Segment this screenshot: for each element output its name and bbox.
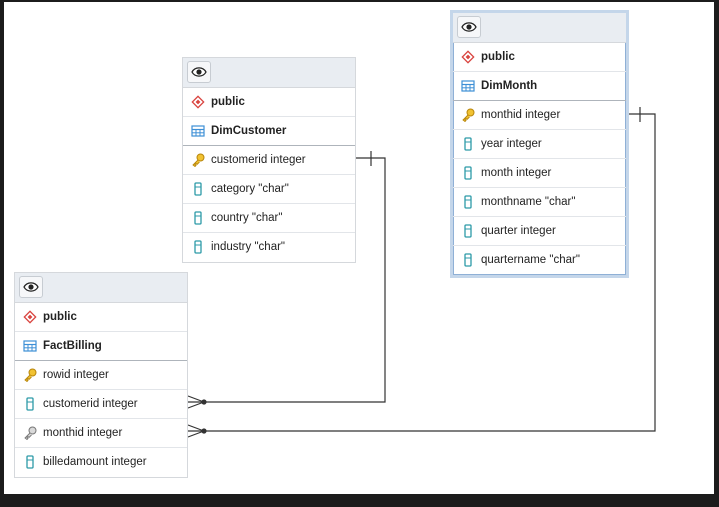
column-row[interactable]: quartername "char" [453, 246, 626, 275]
column-label: country "char" [211, 212, 283, 224]
column-row[interactable]: customerid integer [15, 390, 187, 419]
schema-row: public [183, 88, 355, 117]
table-name: DimMonth [481, 80, 538, 92]
column-row[interactable]: year integer [453, 130, 626, 159]
foreign-key-icon [24, 426, 37, 440]
eye-icon[interactable] [457, 16, 481, 38]
column-label: billedamount integer [43, 456, 147, 468]
primary-key-icon [462, 108, 475, 122]
schema-icon [191, 95, 205, 109]
column-icon [464, 253, 472, 267]
column-row[interactable]: customerid integer [183, 146, 355, 175]
column-label: year integer [481, 138, 542, 150]
primary-key-icon [24, 368, 37, 382]
schema-row: public [453, 43, 626, 72]
column-label: monthid integer [43, 427, 123, 439]
table-header [183, 58, 355, 88]
schema-icon [461, 50, 475, 64]
table-factbilling[interactable]: public FactBilling rowid integer custome… [14, 272, 188, 478]
table-header [453, 13, 626, 43]
table-icon [23, 340, 37, 352]
table-name-row: FactBilling [15, 332, 187, 361]
column-label: rowid integer [43, 369, 109, 381]
column-label: quarter integer [481, 225, 556, 237]
table-name-row: DimMonth [453, 72, 626, 101]
column-row[interactable]: rowid integer [15, 361, 187, 390]
column-row[interactable]: category "char" [183, 175, 355, 204]
column-row[interactable]: monthname "char" [453, 188, 626, 217]
column-label: customerid integer [43, 398, 138, 410]
column-label: monthid integer [481, 109, 561, 121]
column-row[interactable]: country "char" [183, 204, 355, 233]
table-name-row: DimCustomer [183, 117, 355, 146]
column-label: quartername "char" [481, 254, 580, 266]
eye-icon[interactable] [19, 276, 43, 298]
primary-key-icon [192, 153, 205, 167]
column-icon [464, 195, 472, 209]
column-row[interactable]: monthid integer [453, 101, 626, 130]
schema-name: public [43, 311, 77, 323]
table-name: DimCustomer [211, 125, 287, 137]
column-row[interactable]: quarter integer [453, 217, 626, 246]
table-icon [461, 80, 475, 92]
column-row[interactable]: billedamount integer [15, 448, 187, 477]
column-row[interactable]: monthid integer [15, 419, 187, 448]
eye-icon[interactable] [187, 61, 211, 83]
table-dimmonth[interactable]: public DimMonth monthid integer year int… [450, 10, 629, 278]
column-row[interactable]: industry "char" [183, 233, 355, 262]
schema-name: public [481, 51, 515, 63]
column-icon [26, 397, 34, 411]
column-label: industry "char" [211, 241, 285, 253]
schema-name: public [211, 96, 245, 108]
table-icon [191, 125, 205, 137]
column-label: category "char" [211, 183, 289, 195]
column-icon [464, 137, 472, 151]
column-icon [194, 182, 202, 196]
table-header [15, 273, 187, 303]
schema-icon [23, 310, 37, 324]
column-label: customerid integer [211, 154, 306, 166]
schema-row: public [15, 303, 187, 332]
column-icon [194, 211, 202, 225]
column-icon [26, 455, 34, 469]
column-icon [464, 224, 472, 238]
column-label: monthname "char" [481, 196, 576, 208]
table-dimcustomer[interactable]: public DimCustomer customerid integer ca… [182, 57, 356, 263]
column-icon [464, 166, 472, 180]
column-row[interactable]: month integer [453, 159, 626, 188]
column-label: month integer [481, 167, 552, 179]
table-name: FactBilling [43, 340, 102, 352]
column-icon [194, 240, 202, 254]
